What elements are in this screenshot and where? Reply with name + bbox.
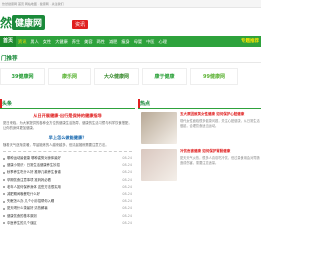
nav-item[interactable]: 美容 xyxy=(82,36,94,47)
bullet-icon xyxy=(3,186,5,189)
nav-item[interactable]: 养生 xyxy=(70,36,82,47)
list-item-title: 中医养生的几个误区 xyxy=(7,220,37,225)
list-item[interactable]: 健康小常识：日常生活健康养生妙招 08-24 xyxy=(3,162,132,169)
list-item[interactable]: 哪种运动最健康 哪种姿势对身体最好 08-24 xyxy=(3,155,132,162)
bullet-icon xyxy=(3,222,5,225)
list-item-title: 秋季养生吃什么好 推荐几款养生食谱 xyxy=(7,170,61,175)
nav-item[interactable]: 资讯 xyxy=(16,36,28,47)
list-item-date: 08-24 xyxy=(122,199,132,204)
nav-item[interactable]: 两性 xyxy=(95,36,107,47)
list-item[interactable]: 秋季养生吃什么好 推荐几款养生食谱 08-24 xyxy=(3,169,132,176)
bullet-icon xyxy=(3,207,5,210)
partner-logo-label: 康乐网 xyxy=(61,74,77,80)
hot-card-summary: 现代女性面临很多健康问题，关注心脏健康，从日常生活做起，合理饮食适当运动。 xyxy=(180,119,260,128)
site-header: 然 健康网 资讯 xyxy=(0,8,261,36)
partner-logo-label: 大众健康网 xyxy=(103,74,129,80)
list-item-date: 08-24 xyxy=(122,220,132,225)
partner-logos: 39健康网 康乐网 大众健康网 康于健康 99健康网 xyxy=(0,66,261,87)
list-item-title: 减肥期间晚餐吃什么好 xyxy=(7,191,40,196)
nav-item[interactable]: 中医 xyxy=(144,36,156,47)
partner-logo[interactable]: 99健康网 xyxy=(190,68,238,85)
list-item-title: 夏天喝什么茶最好 清热解暑 xyxy=(7,206,48,211)
list-item-date: 08-24 xyxy=(122,177,132,182)
hot-card[interactable]: 冷饮危害健康 如何保护胃肠健康夏天天气炎热，很多人喜欢吃冷饮，但过量食用会对胃肠… xyxy=(138,149,261,183)
nav-item[interactable]: 瘦身 xyxy=(119,36,131,47)
partners-section-header: 门推荐 xyxy=(0,53,261,63)
bullet-icon xyxy=(3,193,5,196)
nav-item[interactable]: 减肥 xyxy=(107,36,119,47)
list-item-title: 健康小常识：日常生活健康养生妙招 xyxy=(7,163,60,168)
nav-item[interactable]: 男人 xyxy=(28,36,40,47)
list-item-date: 08-24 xyxy=(122,170,132,175)
list-item-date: 08-24 xyxy=(122,163,132,168)
list-item-title: 健康饮食的基本原则 xyxy=(7,213,37,218)
headline-header-label: 头条 xyxy=(2,101,13,107)
nav-item[interactable]: 大健康 xyxy=(53,36,70,47)
list-item-date: 08-24 xyxy=(122,184,132,189)
nav-special[interactable]: 专题推荐 xyxy=(241,36,259,47)
partner-logo[interactable]: 大众健康网 xyxy=(94,68,139,85)
list-item-date: 08-24 xyxy=(122,213,132,218)
top-bar: 饮然健康网 首页 网站地图 · 健康网 · 关注我们 xyxy=(0,0,261,8)
divider xyxy=(3,151,132,152)
site-logo[interactable]: 然 健康网 xyxy=(0,14,46,30)
headline-column: 头条 从日开展健康·出行是保持的健康指导 夏日来临，为大家提供的各种全方位的健康… xyxy=(0,99,135,265)
nav-home[interactable]: 首页 xyxy=(0,36,17,47)
bullet-icon xyxy=(3,157,5,160)
nav-item[interactable]: 女性 xyxy=(41,36,53,47)
bullet-icon xyxy=(3,171,5,174)
list-item[interactable]: 失眠怎么办 几个小妙招帮你入睡 08-24 xyxy=(3,198,132,205)
partner-logo[interactable]: 康乐网 xyxy=(48,68,91,85)
hot-card-thumbnail[interactable] xyxy=(141,149,177,181)
list-item[interactable]: 孕期饮食注意事项 准妈妈必看 08-24 xyxy=(3,177,132,184)
main-nav: 首页 资讯 男人 女性 大健康 养生 美容 两性 减肥 瘦身 母婴 中医 心理 … xyxy=(0,36,261,47)
hot-card[interactable]: 五大原因致美女性健康 如何保护心脏健康现代女性面临很多健康问题，关注心脏健康，从… xyxy=(138,112,261,146)
partner-logo-label: 康于健康 xyxy=(154,74,175,80)
nav-item[interactable]: 母婴 xyxy=(132,36,144,47)
second-headline[interactable]: 早上怎么做能健康？ xyxy=(0,135,135,141)
hot-cards: 五大原因致美女性健康 如何保护心脏健康现代女性面临很多健康问题，关注心脏健康，从… xyxy=(138,112,261,183)
hot-card-summary: 夏天天气炎热，很多人喜欢吃冷饮，但过量食用会对胃肠造成伤害，需要注意适量。 xyxy=(180,156,260,165)
nav-item[interactable]: 心理 xyxy=(157,36,169,47)
channel-tag[interactable]: 资讯 xyxy=(72,20,89,29)
list-item-title: 哪种运动最健康 哪种姿势对身体最好 xyxy=(7,156,61,160)
list-item[interactable]: 中医养生的几个误区 08-24 xyxy=(3,220,132,227)
list-item-title: 失眠怎么办 几个小妙招帮你入睡 xyxy=(7,199,55,204)
top-headline[interactable]: 从日开展健康·出行是保持的健康指导 xyxy=(0,113,135,119)
bullet-icon xyxy=(3,215,5,217)
top-headline-summary: 夏日来临，为大家提供的各种全方位的健康生活指导，健康的生活习惯与科学饮食搭配，让… xyxy=(3,121,132,130)
partner-logo[interactable]: 康于健康 xyxy=(142,68,187,85)
list-item-date: 08-24 xyxy=(122,156,132,160)
bullet-icon xyxy=(3,179,5,182)
partner-logo-label: 39健康网 xyxy=(11,74,34,80)
list-item[interactable]: 减肥期间晚餐吃什么好 08-24 xyxy=(3,191,132,198)
top-bar-text: 饮然健康网 首页 网站地图 · 健康网 · 关注我们 xyxy=(2,2,64,6)
partners-section-label: 门推荐 xyxy=(1,56,18,62)
hot-card-title[interactable]: 五大原因致美女性健康 如何保护心脏健康 xyxy=(180,112,260,117)
second-headline-summary: 随着天气逐渐变暖，早晨锻炼的人越来越多，但清晨锻炼需要注意方法。 xyxy=(3,143,109,147)
partner-logo[interactable]: 39健康网 xyxy=(0,68,45,85)
list-item[interactable]: 老年人如何保养身体 这些方法很实用 08-24 xyxy=(3,184,132,191)
list-item-date: 08-24 xyxy=(122,191,132,196)
news-list: 哪种运动最健康 哪种姿势对身体最好 08-24 健康小常识：日常生活健康养生妙招 08… xyxy=(3,155,132,227)
bullet-icon xyxy=(3,164,5,167)
list-item[interactable]: 健康饮食的基本原则 08-24 xyxy=(3,213,132,220)
hot-card-title[interactable]: 冷饮危害健康 如何保护胃肠健康 xyxy=(180,149,260,154)
hot-header-label: 热点 xyxy=(140,101,151,107)
list-item-date: 08-24 xyxy=(122,206,132,211)
list-item[interactable]: 夏天喝什么茶最好 清热解暑 08-24 xyxy=(3,205,132,212)
bullet-icon xyxy=(3,200,5,203)
partner-logo-label: 99健康网 xyxy=(203,74,225,80)
logo-text-a: 然 xyxy=(0,15,12,30)
hot-column: 热点 五大原因致美女性健康 如何保护心脏健康现代女性面临很多健康问题，关注心脏健… xyxy=(138,99,261,265)
headline-header: 头条 xyxy=(0,99,135,109)
list-item-title: 孕期饮食注意事项 准妈妈必看 xyxy=(7,177,51,182)
hot-card-thumbnail[interactable] xyxy=(141,112,177,144)
hot-header: 热点 xyxy=(138,99,261,109)
list-item-title: 老年人如何保养身体 这些方法很实用 xyxy=(7,184,61,189)
logo-text-b: 健康网 xyxy=(12,14,46,30)
